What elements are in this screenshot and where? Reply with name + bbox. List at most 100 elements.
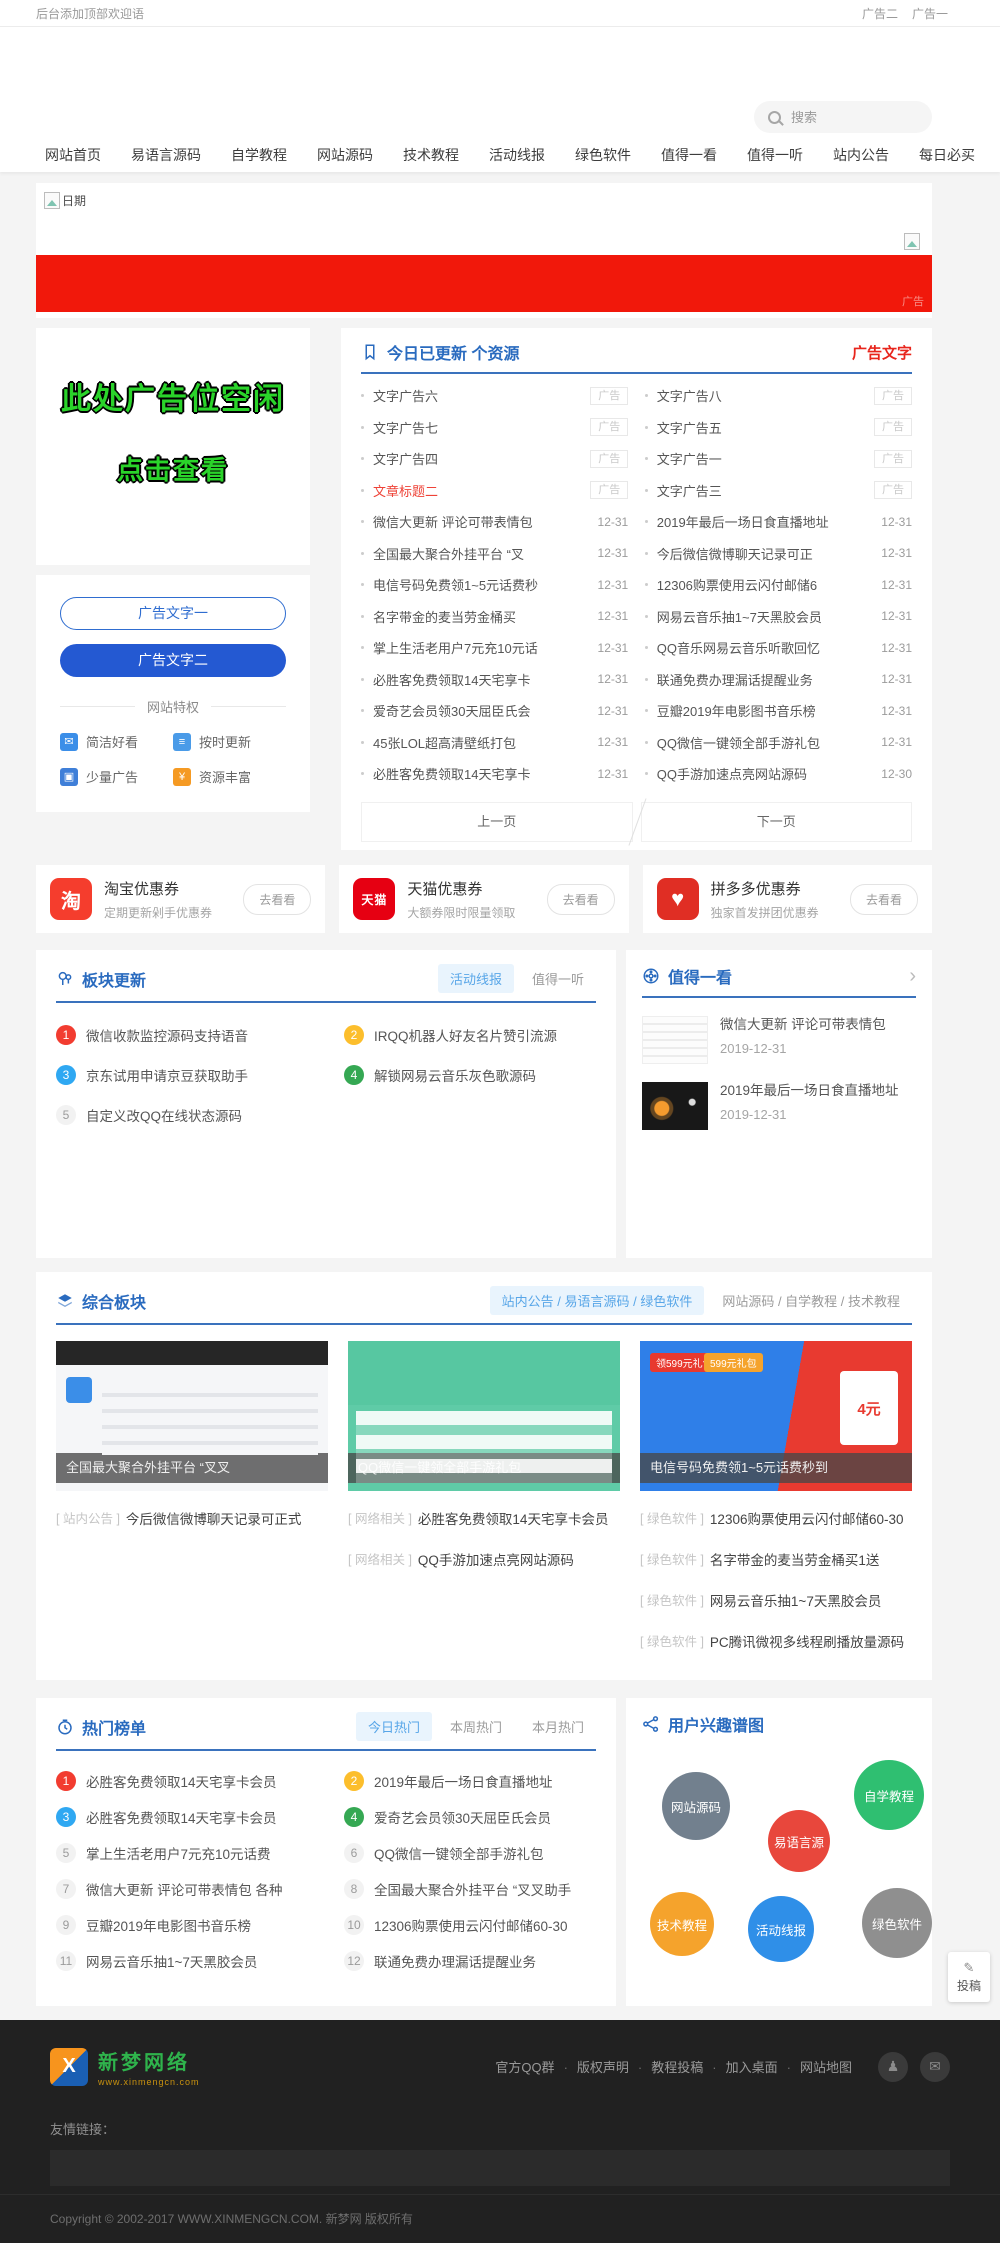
article-link[interactable]: 名字带金的麦当劳金桶买 bbox=[373, 607, 588, 626]
hot-tab[interactable]: 今日热门 bbox=[356, 1712, 432, 1741]
category-tag[interactable]: 站内公告 bbox=[56, 1508, 120, 1527]
hot-link[interactable]: 豆瓣2019年电影图书音乐榜 bbox=[86, 1915, 251, 1935]
interest-bubble[interactable]: 技术教程 bbox=[650, 1892, 714, 1956]
article-link[interactable]: 文字广告三 bbox=[657, 481, 864, 500]
article-link[interactable]: 名字带金的麦当劳金桶买1送 bbox=[710, 1549, 880, 1569]
article-link[interactable]: 45张LOL超高清壁纸打包 bbox=[373, 733, 588, 752]
nav-item[interactable]: 网站源码 bbox=[302, 145, 388, 165]
article-link[interactable]: 微信大更新 评论可带表情包 bbox=[720, 1016, 886, 1035]
article-link[interactable]: QQ微信一键领全部手游礼包 bbox=[657, 733, 872, 752]
article-link[interactable]: 必胜客免费领取14天宅享卡 bbox=[373, 764, 588, 783]
article-link[interactable]: 2019年最后一场日食直播地址 bbox=[720, 1082, 899, 1101]
article-thumbnail[interactable] bbox=[642, 1082, 708, 1130]
nav-item[interactable]: 值得一听 bbox=[732, 145, 818, 165]
hot-link[interactable]: 全国最大聚合外挂平台 “叉叉助手 bbox=[374, 1879, 571, 1899]
footer-link[interactable]: 版权声明 bbox=[577, 2060, 629, 2075]
hot-link[interactable]: 掌上生活老用户7元充10元话费 bbox=[86, 1843, 271, 1863]
hot-link[interactable]: 爱奇艺会员领30天屈臣氏会员 bbox=[374, 1807, 551, 1827]
composite-tab-inactive[interactable]: 网站源码 / 自学教程 / 技术教程 bbox=[710, 1286, 912, 1315]
chevron-right-icon[interactable]: › bbox=[909, 966, 916, 986]
hot-tab[interactable]: 本月热门 bbox=[520, 1712, 596, 1741]
go-see-button[interactable]: 去看看 bbox=[547, 884, 615, 915]
ad-text-link[interactable]: 广告文字 bbox=[852, 342, 912, 363]
category-tag[interactable]: 绿色软件 bbox=[640, 1508, 704, 1527]
interest-bubble[interactable]: 易语言源 bbox=[768, 1810, 830, 1872]
category-tag[interactable]: 网络相关 bbox=[348, 1549, 412, 1568]
hot-link[interactable]: QQ微信一键领全部手游礼包 bbox=[374, 1843, 544, 1863]
article-link[interactable]: 今后微信微博聊天记录可正式 bbox=[126, 1508, 302, 1528]
hot-link[interactable]: 必胜客免费领取14天宅享卡会员 bbox=[86, 1807, 277, 1827]
hot-link[interactable]: 必胜客免费领取14天宅享卡会员 bbox=[86, 1771, 277, 1791]
article-thumbnail[interactable] bbox=[642, 1016, 708, 1064]
footer-link[interactable]: 官方QQ群 bbox=[495, 2060, 554, 2075]
hot-link[interactable]: 网易云音乐抽1~7天黑胶会员 bbox=[86, 1951, 257, 1971]
interest-bubble[interactable]: 绿色软件 bbox=[862, 1888, 932, 1958]
interest-bubble[interactable]: 网站源码 bbox=[662, 1772, 730, 1840]
footer-link[interactable]: 教程投稿 bbox=[651, 2060, 703, 2075]
hot-link[interactable]: 2019年最后一场日食直播地址 bbox=[374, 1771, 553, 1791]
mail-icon[interactable]: ✉ bbox=[920, 2052, 950, 2082]
ad-banner[interactable]: 广告 bbox=[36, 255, 932, 312]
board-link[interactable]: 微信收款监控源码支持语音 bbox=[86, 1025, 248, 1045]
topbar-ad-link[interactable]: 广告二 bbox=[862, 7, 898, 21]
submit-post-button[interactable]: ✎ 投稿 bbox=[948, 1952, 990, 2002]
article-link[interactable]: 2019年最后一场日食直播地址 bbox=[657, 512, 872, 531]
card-image[interactable]: QQ微信一键领全部手游礼包 bbox=[348, 1341, 620, 1491]
user-icon[interactable]: ♟ bbox=[878, 2052, 908, 2082]
article-link[interactable]: 文章标题二 bbox=[373, 481, 580, 500]
nav-item[interactable]: 易语言源码 bbox=[116, 145, 216, 165]
nav-item[interactable]: 绿色软件 bbox=[560, 145, 646, 165]
category-tag[interactable]: 绿色软件 bbox=[640, 1631, 704, 1650]
article-link[interactable]: 文字广告四 bbox=[373, 449, 580, 468]
category-tag[interactable]: 网络相关 bbox=[348, 1508, 412, 1527]
nav-item[interactable]: 活动线报 bbox=[474, 145, 560, 165]
article-link[interactable]: 豆瓣2019年电影图书音乐榜 bbox=[657, 701, 872, 720]
article-link[interactable]: 文字广告六 bbox=[373, 386, 580, 405]
article-link[interactable]: 网易云音乐抽1~7天黑胶会员 bbox=[710, 1590, 881, 1610]
board-tab[interactable]: 值得一听 bbox=[520, 964, 596, 993]
article-link[interactable]: 网易云音乐抽1~7天黑胶会员 bbox=[657, 607, 872, 626]
search-input[interactable] bbox=[789, 109, 913, 126]
search-box[interactable] bbox=[754, 101, 932, 133]
article-link[interactable]: 必胜客免费领取14天宅享卡 bbox=[373, 670, 588, 689]
article-link[interactable]: 必胜客免费领取14天宅享卡会员 bbox=[418, 1508, 609, 1528]
board-link[interactable]: 自定义改QQ在线状态源码 bbox=[86, 1105, 242, 1125]
interest-bubble[interactable]: 自学教程 bbox=[854, 1760, 924, 1830]
nav-item[interactable]: 自学教程 bbox=[216, 145, 302, 165]
article-link[interactable]: 联通免费办理漏话提醒业务 bbox=[657, 670, 872, 689]
hot-tab[interactable]: 本周热门 bbox=[438, 1712, 514, 1741]
article-link[interactable]: 文字广告一 bbox=[657, 449, 864, 468]
go-see-button[interactable]: 去看看 bbox=[850, 884, 918, 915]
prev-page-button[interactable]: 上一页 bbox=[361, 802, 633, 842]
article-link[interactable]: 12306购票使用云闪付邮储60-30 bbox=[710, 1508, 904, 1528]
nav-item[interactable]: 每日必买 bbox=[904, 145, 990, 165]
article-link[interactable]: 掌上生活老用户7元充10元话 bbox=[373, 638, 588, 657]
category-tag[interactable]: 绿色软件 bbox=[640, 1590, 704, 1609]
article-link[interactable]: 今后微信微博聊天记录可正 bbox=[657, 544, 872, 563]
article-link[interactable]: 文字广告八 bbox=[657, 386, 864, 405]
empty-ad-slot[interactable]: 此处广告位空闲 点击查看 bbox=[36, 328, 310, 565]
go-see-button[interactable]: 去看看 bbox=[243, 884, 311, 915]
hot-link[interactable]: 微信大更新 评论可带表情包 各种 bbox=[86, 1879, 283, 1899]
interest-bubble[interactable]: 活动线报 bbox=[748, 1896, 814, 1962]
board-link[interactable]: 解锁网易云音乐灰色歌源码 bbox=[374, 1065, 536, 1085]
article-link[interactable]: 电信号码免费领1~5元话费秒 bbox=[373, 575, 588, 594]
category-tag[interactable]: 绿色软件 bbox=[640, 1549, 704, 1568]
article-link[interactable]: 文字广告七 bbox=[373, 418, 580, 437]
board-link[interactable]: 京东试用申请京豆获取助手 bbox=[86, 1065, 248, 1085]
board-link[interactable]: IRQQ机器人好友名片赞引流源 bbox=[374, 1025, 557, 1045]
article-link[interactable]: 全国最大聚合外挂平台 “叉 bbox=[373, 544, 588, 563]
article-link[interactable]: 微信大更新 评论可带表情包 bbox=[373, 512, 588, 531]
card-image[interactable]: 领599元礼包 599元礼包 4元 电信号码免费领1~5元话费秒到 bbox=[640, 1341, 912, 1491]
footer-link[interactable]: 网站地图 bbox=[800, 2060, 852, 2075]
ad-text-button-2[interactable]: 广告文字二 bbox=[60, 644, 286, 677]
next-page-button[interactable]: 下一页 bbox=[641, 802, 913, 842]
article-link[interactable]: QQ手游加速点亮网站源码 bbox=[657, 764, 872, 783]
footer-link[interactable]: 加入桌面 bbox=[726, 2060, 778, 2075]
nav-item[interactable]: 站内公告 bbox=[818, 145, 904, 165]
article-link[interactable]: 文字广告五 bbox=[657, 418, 864, 437]
article-link[interactable]: PC腾讯微视多线程刷播放量源码 bbox=[710, 1631, 904, 1651]
article-link[interactable]: QQ音乐网易云音乐听歌回忆 bbox=[657, 638, 872, 657]
ad-text-button-1[interactable]: 广告文字一 bbox=[60, 597, 286, 630]
composite-tab-active[interactable]: 站内公告 / 易语言源码 / 绿色软件 bbox=[490, 1286, 705, 1315]
